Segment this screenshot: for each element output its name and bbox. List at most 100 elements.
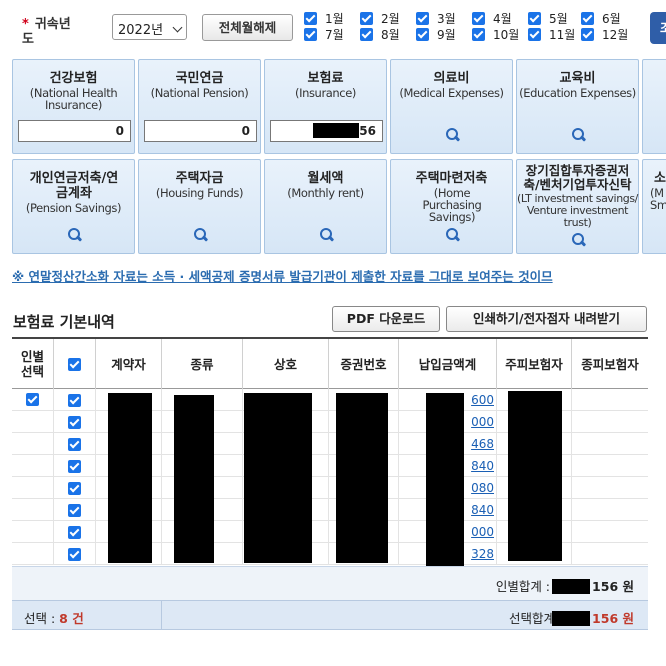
amount-field: 0 (144, 120, 257, 142)
category-card-home-purchasing-savings[interactable]: 주택마련저축 (Home Purchasing Savings) (390, 159, 513, 254)
row-checkbox[interactable] (68, 459, 81, 473)
month-checkbox-2[interactable]: 2월 (360, 12, 400, 28)
col-sub-insured: 종피보험자 (581, 356, 639, 372)
row-checkbox[interactable] (68, 481, 81, 495)
category-card-partial-small-business[interactable]: 소 (M Sm (642, 159, 666, 254)
magnifier-icon[interactable] (446, 128, 460, 142)
row-checkbox[interactable] (68, 393, 81, 407)
sub-insured-cell (572, 543, 648, 565)
row-checkbox-cell (54, 389, 96, 411)
row-checkbox-cell (54, 543, 96, 565)
year-label-text: 귀속년도 (22, 17, 71, 47)
redacted-block (552, 579, 591, 594)
card-subtitle: (M Sm (650, 186, 666, 212)
month-checkbox-3[interactable]: 3월 (416, 12, 456, 28)
pdf-download-button[interactable]: PDF 다운로드 (332, 306, 440, 332)
row-checkbox[interactable] (68, 525, 81, 539)
category-card-health-insurance[interactable]: 건강보험 (National Health Insurance) 0 (12, 59, 135, 154)
row-checkbox[interactable] (68, 547, 81, 561)
year-select[interactable]: 2022년 (112, 14, 187, 40)
person-select-checkbox[interactable] (26, 393, 39, 406)
card-title: 주택마련저축 (415, 171, 488, 186)
redacted-block (426, 393, 464, 567)
month-checkbox-8[interactable]: 8월 (360, 28, 400, 44)
amount-field: 0 (18, 120, 131, 142)
year-select-value: 2022년 (118, 23, 164, 38)
sub-insured-cell (572, 499, 648, 521)
magnifier-icon[interactable] (572, 233, 586, 247)
row-checkbox[interactable] (68, 437, 81, 451)
filter-bar: * 귀속년도 2022년 전체월해제 1월 2월 3월 4월 5월 6월 7월 8… (0, 0, 666, 54)
redacted-block (313, 123, 360, 138)
selected-count: 선택 : 8 건 (12, 601, 162, 629)
category-card-partial[interactable] (642, 59, 666, 154)
person-total-row: 인별합계 : 156 원 (12, 566, 648, 600)
checkbox-checked-icon[interactable] (304, 12, 317, 25)
month-checkbox-5[interactable]: 5월 (528, 12, 568, 28)
redacted-block (552, 611, 591, 626)
month-checkbox-1[interactable]: 1월 (304, 12, 344, 28)
checkbox-checked-icon[interactable] (528, 12, 541, 25)
col-company: 상호 (243, 339, 329, 389)
month-checkbox-11[interactable]: 11월 (528, 28, 575, 44)
row-checkbox-cell (54, 521, 96, 543)
checkbox-checked-icon[interactable] (360, 28, 373, 41)
notice-link[interactable]: ※ 연말정산간소화 자료는 소득 · 세액공제 증명서류 발급기관이 제출한 자… (12, 266, 666, 285)
checkbox-checked-icon[interactable] (581, 12, 594, 25)
checkbox-checked-icon[interactable] (528, 28, 541, 41)
redacted-block (174, 395, 214, 563)
category-card-medical-expenses[interactable]: 의료비 (Medical Expenses) (390, 59, 513, 154)
category-card-education-expenses[interactable]: 교육비 (Education Expenses) (516, 59, 639, 154)
table-header: 인별선택 계약자 종류 상호 증권번호 납입금액계 주피보험자 종피보험자 (12, 339, 648, 389)
card-subtitle: (Home Purchasing Savings) (422, 186, 482, 224)
magnifier-icon[interactable] (194, 228, 208, 242)
month-checkbox-12[interactable]: 12월 (581, 28, 628, 44)
magnifier-icon[interactable] (572, 128, 586, 142)
card-title: 국민연금 (175, 71, 224, 86)
sub-insured-cell (572, 477, 648, 499)
col-select-all (54, 339, 96, 389)
card-subtitle: (Housing Funds) (155, 186, 244, 200)
magnifier-icon[interactable] (446, 228, 460, 242)
card-subtitle: (Education Expenses) (519, 86, 636, 100)
col-type: 종류 (162, 339, 243, 389)
category-card-insurance[interactable]: 보험료 (Insurance) 56 (264, 59, 387, 154)
checkbox-checked-icon[interactable] (360, 12, 373, 25)
row-checkbox-cell (54, 433, 96, 455)
deduction-category-grid: 건강보험 (National Health Insurance) 0 국민연금 … (12, 59, 666, 255)
col-person-select: 인별선택 (12, 339, 54, 389)
sub-insured-cell (572, 411, 648, 433)
month-checkbox-7[interactable]: 7월 (304, 28, 344, 44)
card-title: 주택자금 (175, 171, 224, 186)
checkbox-checked-icon[interactable] (472, 28, 485, 41)
chevron-down-icon (172, 22, 183, 33)
row-checkbox[interactable] (68, 503, 81, 517)
search-button[interactable]: 조 (650, 12, 666, 44)
checkbox-checked-icon[interactable] (416, 28, 429, 41)
card-title: 월세액 (307, 171, 344, 186)
uncheck-all-months-button[interactable]: 전체월해제 (202, 14, 293, 41)
print-braille-download-button[interactable]: 인쇄하기/전자점자 내려받기 (446, 306, 647, 332)
category-card-housing-funds[interactable]: 주택자금 (Housing Funds) (138, 159, 261, 254)
category-card-monthly-rent[interactable]: 월세액 (Monthly rent) (264, 159, 387, 254)
card-subtitle: (National Pension) (150, 86, 249, 100)
checkbox-checked-icon[interactable] (304, 28, 317, 41)
redacted-block (108, 393, 152, 563)
magnifier-icon[interactable] (68, 228, 82, 242)
checkbox-checked-icon[interactable] (472, 12, 485, 25)
month-checkbox-6[interactable]: 6월 (581, 12, 621, 28)
category-card-pension-savings[interactable]: 개인연금저축/연금계좌 (Pension Savings) (12, 159, 135, 254)
checkbox-checked-icon[interactable] (581, 28, 594, 41)
month-checkbox-9[interactable]: 9월 (416, 28, 456, 44)
category-card-national-pension[interactable]: 국민연금 (National Pension) 0 (138, 59, 261, 154)
row-checkbox[interactable] (68, 415, 81, 429)
category-card-lt-investment[interactable]: 장기집합투자증권저축/벤처기업투자신탁 (LT investment savin… (516, 159, 639, 254)
card-subtitle: (Insurance) (295, 86, 356, 100)
month-checkbox-4[interactable]: 4월 (472, 12, 512, 28)
checkbox-checked-icon[interactable] (416, 12, 429, 25)
select-all-checkbox[interactable] (68, 357, 81, 371)
magnifier-icon[interactable] (320, 228, 334, 242)
month-checkbox-10[interactable]: 10월 (472, 28, 519, 44)
insurance-table: 인별선택 계약자 종류 상호 증권번호 납입금액계 주피보험자 종피보험자 60… (12, 337, 648, 567)
card-subtitle: (LT investment savings/ Venture investme… (517, 192, 638, 229)
